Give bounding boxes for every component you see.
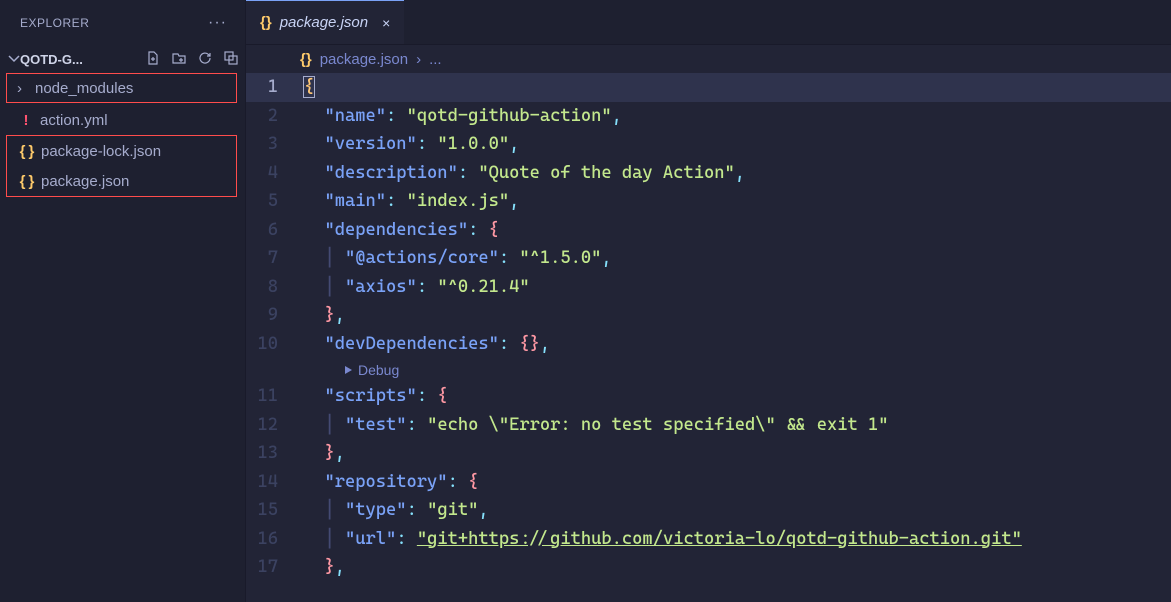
code-line: 3 "version": "1.0.0", [246,130,1171,159]
tree-label: action.yml [40,112,108,129]
breadcrumb-file: package.json [320,51,408,68]
code-editor[interactable]: 1 { 2 "name": "qotd-github-action", 3 "v… [246,73,1171,602]
code-line: 4 "description": "Quote of the day Actio… [246,159,1171,188]
code-line: 11 "scripts": { [246,382,1171,411]
line-number: 2 [246,102,304,131]
tab-bar: {} package.json × [246,0,1171,45]
folder-name: QOTD-G... [20,52,83,67]
tree-label: package.json [41,173,129,190]
line-number: 10 [246,330,304,359]
json-icon: {} [260,14,272,31]
json-icon: { } [19,173,35,190]
code-line: 14 "repository": { [246,468,1171,497]
code-line: 16 │ "url": "git+https://github.com/vict… [246,525,1171,554]
tree-folder-node-modules[interactable]: › node_modules [6,73,237,103]
editor-area: {} package.json × {} package.json › ... … [246,0,1171,602]
line-number: 14 [246,468,304,497]
line-number: 8 [246,273,304,302]
line-number: 16 [246,525,304,554]
code-line: 2 "name": "qotd-github-action", [246,102,1171,131]
code-line: 1 { [246,73,1171,102]
tab-package-json[interactable]: {} package.json × [246,0,404,44]
code-line: 6 "dependencies": { [246,216,1171,245]
tree-label: package-lock.json [41,143,161,160]
yml-icon: ! [18,112,34,129]
breadcrumb[interactable]: {} package.json › ... [246,45,1171,73]
codelens-debug[interactable]: Debug [246,358,1171,382]
new-folder-icon[interactable] [171,50,187,69]
tree-label: node_modules [35,80,133,97]
code-line: 10 "devDependencies": {}, [246,330,1171,359]
line-number: 9 [246,301,304,330]
code-line: 5 "main": "index.js", [246,187,1171,216]
close-icon[interactable]: × [382,15,390,31]
tree-file-package-json[interactable]: { } package.json [7,166,236,196]
collapse-icon[interactable] [223,50,239,69]
line-number: 7 [246,244,304,273]
line-number: 4 [246,159,304,188]
line-number: 17 [246,553,304,582]
explorer-sidebar: EXPLORER ··· QOTD-G... › node_modules ! … [0,0,246,602]
tab-label: package.json [280,14,368,31]
json-icon: {} [300,51,312,68]
code-line: 15 │ "type": "git", [246,496,1171,525]
line-number: 15 [246,496,304,525]
folder-header[interactable]: QOTD-G... [0,45,245,73]
refresh-icon[interactable] [197,50,213,69]
breadcrumb-more: ... [429,51,442,68]
breadcrumb-sep: › [416,51,421,68]
line-number: 6 [246,216,304,245]
explorer-header: EXPLORER ··· [0,0,245,45]
json-icon: { } [19,143,35,160]
line-number: 1 [246,73,304,102]
line-number: 12 [246,411,304,440]
code-line: 9 }, [246,301,1171,330]
chevron-right-icon: › [17,80,29,97]
line-number: 5 [246,187,304,216]
highlighted-files: { } package-lock.json { } package.json [6,135,237,197]
code-line: 13 }, [246,439,1171,468]
file-tree: › node_modules ! action.yml { } package-… [0,73,245,197]
more-icon[interactable]: ··· [208,14,227,32]
line-number: 13 [246,439,304,468]
explorer-title: EXPLORER [20,16,89,30]
chevron-down-icon [6,50,18,69]
tree-file-action-yml[interactable]: ! action.yml [0,105,245,135]
line-number: 3 [246,130,304,159]
codelens-label: Debug [358,358,399,382]
code-line: 17 }, [246,553,1171,582]
new-file-icon[interactable] [145,50,161,69]
code-line: 7 │ "@actions/core": "^1.5.0", [246,244,1171,273]
line-number: 11 [246,382,304,411]
code-line: 12 │ "test": "echo \"Error: no test spec… [246,411,1171,440]
code-line: 8 │ "axios": "^0.21.4" [246,273,1171,302]
tree-file-package-lock[interactable]: { } package-lock.json [7,136,236,166]
